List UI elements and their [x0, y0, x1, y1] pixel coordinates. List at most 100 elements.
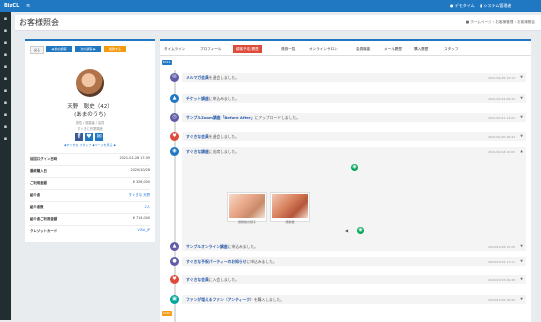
event-icon: ♥: [170, 275, 179, 284]
event-link[interactable]: チケット講座: [186, 96, 209, 101]
expand-icon[interactable]: ▼: [520, 297, 523, 301]
expand-icon[interactable]: ▼: [520, 244, 523, 248]
add-icon[interactable]: ◉: [357, 227, 364, 234]
tab-tickets[interactable]: 発券一覧: [278, 45, 298, 53]
referrer-link[interactable]: すぐきな 天野: [129, 192, 150, 197]
expand-icon[interactable]: ▼: [520, 277, 523, 281]
event-link[interactable]: すぐきな講座: [186, 149, 209, 154]
event-link[interactable]: サンプルZoom講座「Before After」: [186, 115, 255, 120]
event-link[interactable]: メルマガ会員: [186, 75, 209, 80]
sidebar-lock-icon[interactable]: ▪: [3, 101, 8, 106]
customer-kana: (あまのうち): [74, 112, 106, 118]
expand-icon[interactable]: ▼: [520, 115, 523, 119]
event-link[interactable]: すぐきな予祝パーティーのお知らせ: [186, 259, 246, 264]
mail-icon[interactable]: ✉: [95, 133, 103, 141]
tab-mail-history[interactable]: メール履歴: [381, 45, 405, 53]
timeline-event[interactable]: すぐきな会員を退会しました。 2021/01/20 18:44 ▼: [182, 132, 526, 141]
timeline-event[interactable]: すぐきな講座に出席しました。 2021/01/18 10:05 ▲: [182, 147, 526, 156]
event-text: サンプルZoom講座「Before After」にアップロードしました。: [186, 115, 300, 121]
sidebar-calendar-icon[interactable]: ▪: [3, 41, 8, 46]
referral-count-link[interactable]: 2人: [144, 204, 150, 209]
facebook-icon[interactable]: f: [75, 133, 83, 141]
info-value: ¥ 326,000: [132, 180, 150, 184]
sidebar-ticket-icon[interactable]: ▪: [3, 53, 8, 58]
expand-icon[interactable]: ▼: [520, 75, 523, 79]
photo-after[interactable]: 施術後: [270, 192, 310, 224]
event-link[interactable]: サンプルオンライン講座: [186, 244, 228, 249]
info-label: 最終購入日: [30, 169, 47, 173]
staff-page-link[interactable]: ◆すぐきな スタッフ ◆ページを見る ◆: [25, 143, 155, 147]
event-text: すぐきな会員に入会しました。: [186, 277, 239, 283]
sidebar-toggle-icon[interactable]: ≡: [26, 3, 30, 9]
expand-icon[interactable]: ▼: [520, 134, 523, 138]
sidebar-chart-icon[interactable]: ▪: [3, 77, 8, 82]
nav-icon[interactable]: ◀: [345, 228, 348, 233]
timeline-event[interactable]: サンプルZoom講座「Before After」にアップロードしました。 202…: [182, 113, 526, 122]
tab-online-salon[interactable]: オンラインサロン: [306, 45, 341, 53]
expand-icon[interactable]: ▼: [520, 259, 523, 263]
event-text: ファンが増えるファン（アンティーク）を購入しました。: [186, 297, 284, 303]
info-label: 紹介者数: [30, 205, 44, 209]
tab-membership[interactable]: 会員機能: [353, 45, 373, 53]
info-value: ¥ 714,000: [132, 216, 150, 220]
tab-divider: [160, 55, 531, 56]
heart-icon[interactable]: ♥: [85, 133, 93, 141]
user-menu[interactable]: ▮ システム管理者: [480, 3, 511, 9]
tab-purchase-history[interactable]: 購入履歴: [411, 45, 431, 53]
customer-profile-card: 戻る ◀ 前の顧客 次の顧客 ▶ 削除する 天野 聡史（42） (あまのうち) …: [25, 39, 155, 242]
prev-customer-button[interactable]: ◀ 前の顧客: [46, 46, 72, 52]
expand-icon[interactable]: ▼: [520, 96, 523, 100]
customer-subscription: すぐきに作業購読: [77, 127, 103, 131]
timeline-event[interactable]: すぐきな予祝パーティーのお知らせに申込みました。 2020/12/21 11:1…: [182, 257, 526, 266]
timeline-event[interactable]: すぐきな会員に入会しました。 2020/12/15 09:48 ▼: [182, 275, 526, 284]
event-text: すぐきな予祝パーティーのお知らせに申込みました。: [186, 259, 277, 265]
sidebar-users-icon[interactable]: ▪: [3, 29, 8, 34]
event-time: 2021/01/20 18:44: [488, 135, 515, 139]
sidebar-home-icon[interactable]: ▪: [3, 17, 8, 22]
info-value: 2021-01-28 17:39: [119, 156, 150, 160]
sidebar-video-icon[interactable]: ▪: [3, 113, 8, 118]
tab-profile[interactable]: プロフィール: [197, 45, 225, 53]
timeline-event[interactable]: サンプルオンライン講座に申込みました。 2020/12/28 15:20 ▼: [182, 242, 526, 251]
event-icon: ✉: [170, 73, 179, 82]
top-navbar: BizCL ≡ ● デモタイム ▮ システム管理者: [0, 0, 541, 12]
timeline-line: [174, 70, 176, 322]
info-value: 2020/10/28: [130, 168, 150, 172]
event-link[interactable]: すぐきな会員: [186, 134, 209, 139]
timeline-event[interactable]: メルマガ会員を退会しました。 2021/01/25 12:13 ▼: [182, 73, 526, 82]
back-button[interactable]: 戻る: [30, 46, 44, 54]
brand-logo[interactable]: BizCL: [4, 3, 19, 9]
event-desc: に申込みました。: [246, 259, 277, 264]
timeline-event[interactable]: チケット講座に申込みました。 2021/01/22 09:32 ▼: [182, 94, 526, 103]
sidebar-shop-icon[interactable]: ▪: [3, 89, 8, 94]
breadcrumb[interactable]: ■ ホームページ › お客様管理 › お客様照会: [466, 20, 535, 25]
tab-appointments[interactable]: 顧客予定/履歴: [233, 45, 262, 53]
sidebar-mail-icon[interactable]: ▪: [3, 65, 8, 70]
sidebar-settings-icon[interactable]: ▪: [3, 137, 8, 142]
tab-staff[interactable]: スタッフ: [441, 45, 461, 53]
delete-button[interactable]: 削除する: [104, 46, 126, 52]
event-text: すぐきな会員を退会しました。: [186, 134, 239, 140]
next-customer-button[interactable]: 次の顧客 ▶: [75, 46, 101, 52]
timeline-event[interactable]: ファンが増えるファン（アンティーク）を購入しました。 2020/12/05 16…: [182, 295, 526, 304]
event-time: 2021/01/18 10:05: [488, 150, 515, 154]
event-link[interactable]: すぐきな会員: [186, 277, 209, 282]
event-desc: に出席しました。: [208, 149, 240, 154]
info-row: 紹介者 すぐきな 天野: [30, 189, 150, 200]
credit-card-link[interactable]: VISA_JP: [137, 228, 150, 232]
customer-name: 天野 聡史（42）: [67, 104, 113, 110]
add-icon[interactable]: ◉: [351, 164, 358, 171]
photo-caption: 施術前の様子: [237, 220, 256, 224]
event-link[interactable]: ファンが増えるファン（アンティーク）: [186, 297, 254, 302]
event-icon: ▣: [170, 295, 179, 304]
photo-before[interactable]: 施術前の様子: [227, 192, 267, 224]
event-desc: に申込みました。: [208, 96, 240, 101]
avatar: [76, 69, 104, 97]
tab-timeline[interactable]: タイムライン: [161, 45, 188, 53]
event-text: チケット講座に申込みました。: [186, 96, 239, 102]
sidebar-staff-icon[interactable]: ▪: [3, 125, 8, 130]
collapse-icon[interactable]: ▲: [520, 149, 523, 153]
demo-time-link[interactable]: ● デモタイム: [450, 3, 475, 9]
event-time: 2021/01/25 12:13: [488, 76, 515, 80]
event-desc: を退会しました。: [208, 75, 240, 80]
